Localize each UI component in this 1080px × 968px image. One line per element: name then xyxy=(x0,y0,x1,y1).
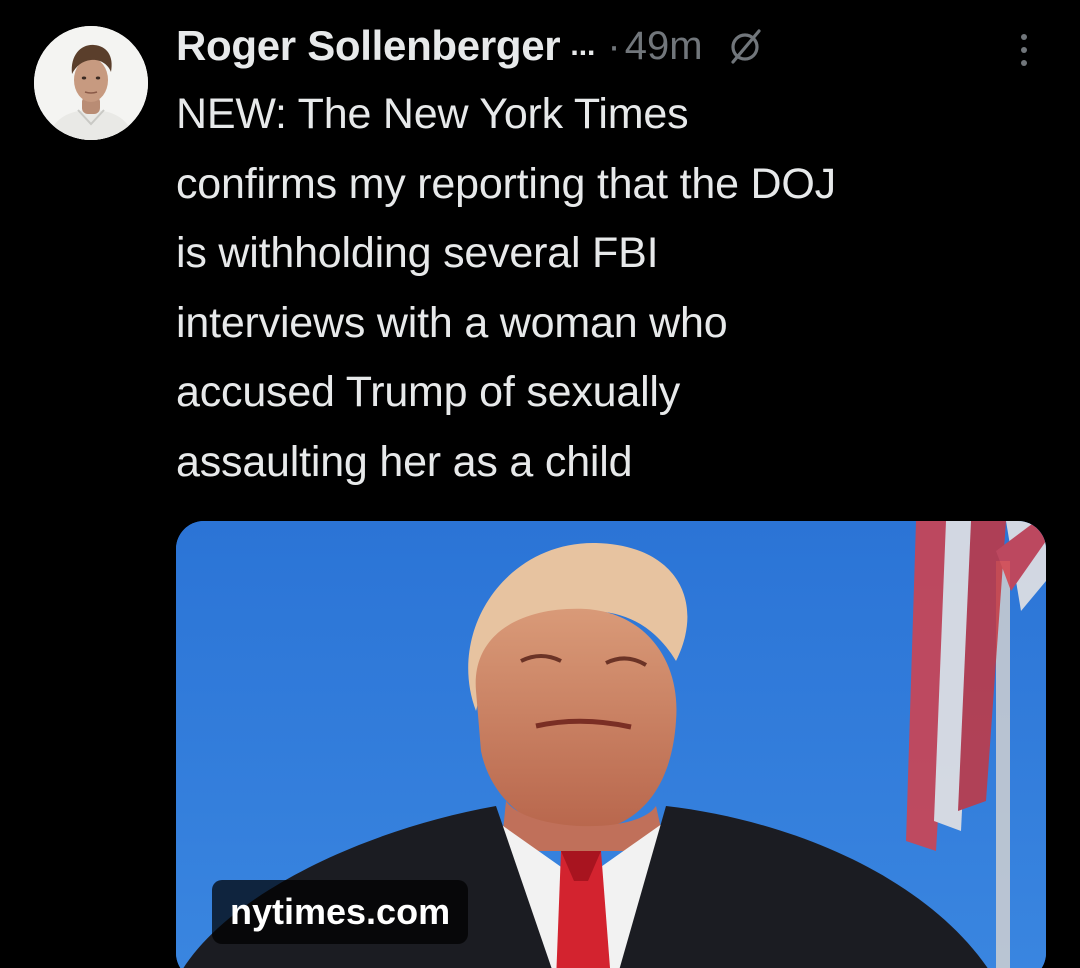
tweet[interactable]: Roger Sollenberger ... · 49m NEW: The Ne… xyxy=(0,0,1080,968)
author-avatar[interactable] xyxy=(34,26,148,140)
link-card-domain[interactable]: nytimes.com xyxy=(212,880,469,944)
tweet-timestamp[interactable]: 49m xyxy=(625,24,703,69)
automated-slash-icon xyxy=(725,26,765,66)
tweet-text: NEW: The New York Times confirms my repo… xyxy=(176,90,836,486)
avatar-photo-icon xyxy=(34,26,148,140)
more-vertical-icon[interactable] xyxy=(1010,30,1038,70)
header-separator: · xyxy=(607,23,621,68)
tweet-header: Roger Sollenberger ... · 49m xyxy=(176,14,765,78)
author-name[interactable]: Roger Sollenberger xyxy=(176,22,561,70)
name-truncation: ... xyxy=(570,29,596,62)
